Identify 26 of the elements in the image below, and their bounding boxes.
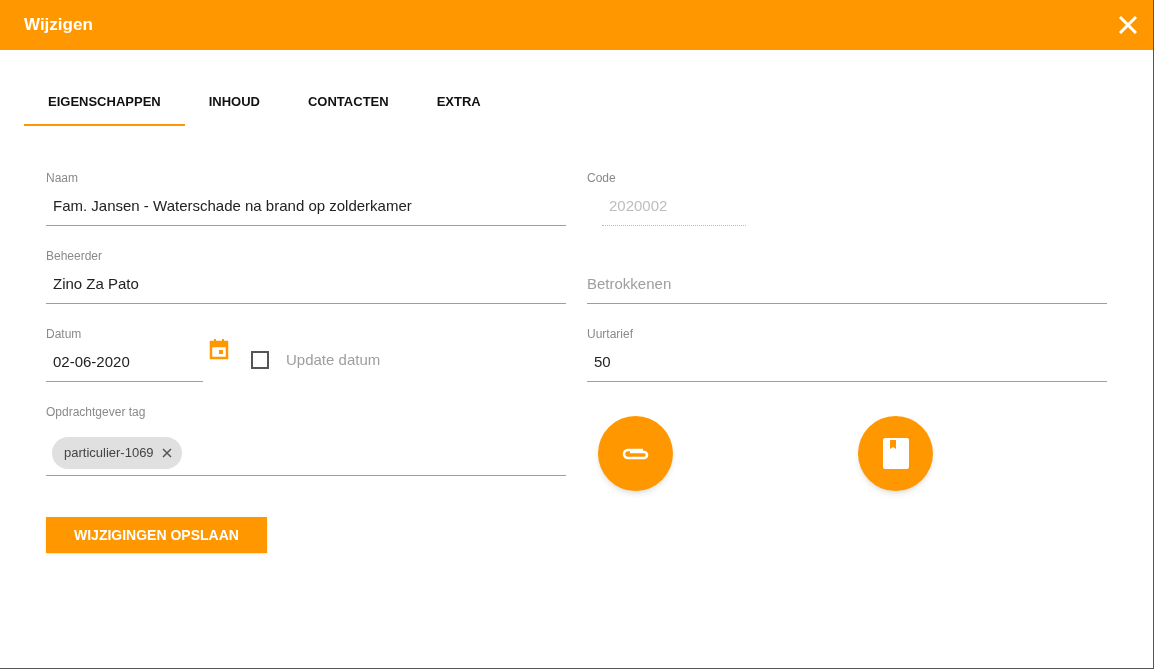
hourly-rate-field[interactable]: 50	[587, 342, 1107, 382]
field-label: Code	[587, 170, 617, 186]
tab[interactable]: EXTRA	[412, 80, 505, 126]
date-field[interactable]: 02-06-2020	[46, 342, 203, 382]
field-label: Datum	[46, 326, 83, 342]
remove-icon[interactable]	[161, 447, 172, 458]
field-label: Beheerder	[46, 248, 104, 264]
field-label: Opdrachtgever tag	[46, 404, 147, 420]
checkbox[interactable]	[251, 351, 269, 369]
close-icon[interactable]	[1117, 14, 1139, 36]
chip-label: particulier-1069	[64, 443, 154, 462]
tag-field[interactable]: particulier-1069	[46, 420, 566, 476]
manager-field[interactable]: Zino Za Pato	[46, 264, 566, 304]
field-label: Naam	[46, 170, 79, 186]
involved-field[interactable]: Betrokkenen	[587, 264, 1107, 304]
calendar-icon[interactable]	[209, 338, 229, 360]
book-icon	[882, 438, 909, 469]
checkbox-label: Update datum	[286, 349, 381, 370]
field-label: Uurtarief	[587, 326, 634, 342]
dialog-title: Wijzigen	[24, 14, 93, 37]
tab[interactable]: INHOUD	[184, 80, 284, 126]
book-button[interactable]	[858, 416, 933, 491]
tab[interactable]: EIGENSCHAPPEN	[24, 80, 185, 126]
name-field[interactable]: Fam. Jansen - Waterschade na brand op zolderkamer	[46, 186, 566, 226]
attachment-button[interactable]	[598, 416, 673, 491]
tab[interactable]: CONTACTEN	[284, 80, 413, 126]
